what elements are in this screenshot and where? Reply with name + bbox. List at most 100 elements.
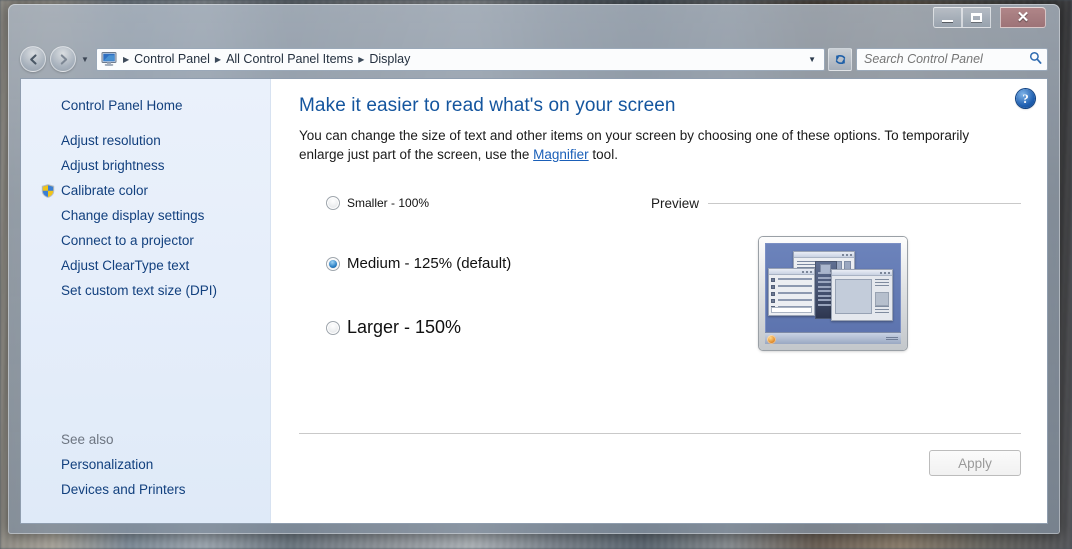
description-text-part-1: You can change the size of text and othe…	[299, 128, 970, 163]
sidebar-item-set-custom-text-size[interactable]: Set custom text size (DPI)	[21, 278, 270, 303]
search-box[interactable]	[856, 47, 1048, 71]
radio-smaller-100[interactable]	[326, 196, 340, 211]
sidebar-item-label: Set custom text size (DPI)	[61, 283, 218, 298]
forward-button[interactable]	[50, 46, 76, 72]
preview-window-titlebar	[832, 270, 892, 277]
preview-section: Preview	[629, 196, 1021, 351]
preview-line	[778, 292, 812, 294]
sidebar-item-control-panel-home[interactable]: Control Panel Home	[21, 93, 270, 118]
refresh-icon	[835, 54, 845, 64]
minimize-icon	[942, 20, 953, 22]
preview-start-orb-icon	[767, 334, 776, 344]
preview-canvas	[835, 279, 872, 315]
option-smaller-100[interactable]: Smaller - 100%	[326, 196, 629, 211]
sidebar-item-label: Change display settings	[61, 208, 205, 223]
preview-sidebar	[875, 279, 889, 319]
option-label: Medium - 125% (default)	[347, 255, 512, 273]
breadcrumb-separator: ▶	[214, 54, 222, 64]
address-bar: ▼ ▶ Control Panel ▶ All Control Panel It…	[20, 44, 1048, 74]
sidebar-item-label: Personalization	[61, 457, 154, 472]
magnifier-link[interactable]: Magnifier	[533, 147, 589, 162]
sidebar-item-adjust-cleartype-text[interactable]: Adjust ClearType text	[21, 253, 270, 278]
text-size-option-group: Smaller - 100% Medium - 125% (default) L…	[299, 196, 629, 350]
preview-window-front	[831, 269, 893, 322]
preview-line	[778, 278, 812, 280]
preview-checkbox	[771, 278, 775, 283]
preview-taskbar	[765, 332, 901, 345]
description-text-part-2: tool.	[588, 147, 618, 163]
see-also-section: See also Personalization Devices and Pri…	[21, 427, 270, 502]
preview-checkbox	[771, 292, 775, 297]
option-label: Larger - 150%	[347, 317, 462, 338]
client-area: Control Panel Home Adjust resolution Adj…	[20, 78, 1048, 524]
breadcrumb[interactable]: ▶ Control Panel ▶ All Control Panel Item…	[96, 47, 825, 71]
page-title: Make it easier to read what's on your sc…	[299, 95, 676, 116]
preview-divider	[708, 203, 1021, 205]
preview-monitor-image	[759, 237, 907, 351]
preview-line	[875, 279, 889, 289]
sidebar-item-personalization[interactable]: Personalization	[21, 452, 270, 477]
breadcrumb-separator: ▶	[123, 54, 130, 64]
sidebar-item-calibrate-color[interactable]: Calibrate color	[21, 178, 270, 203]
control-panel-window: ✕ ▼ ▶ Control Panel ▶ All Control Panel …	[8, 4, 1060, 534]
option-label: Smaller - 100%	[347, 196, 430, 211]
sidebar-item-adjust-brightness[interactable]: Adjust brightness	[21, 153, 270, 178]
option-larger-150[interactable]: Larger - 150%	[326, 317, 629, 338]
see-also-label: See also	[61, 432, 114, 447]
sidebar-item-label: Devices and Printers	[61, 482, 186, 497]
sidebar-item-label: Adjust resolution	[61, 133, 161, 148]
preview-checkbox	[771, 299, 775, 304]
preview-line	[778, 299, 812, 301]
preview-system-tray	[886, 337, 898, 342]
preview-window-footer	[771, 307, 812, 314]
sidebar-item-label: Adjust brightness	[61, 158, 165, 173]
radio-larger-150[interactable]	[326, 320, 340, 335]
option-medium-125[interactable]: Medium - 125% (default)	[326, 255, 629, 272]
title-bar[interactable]: ✕	[8, 4, 1060, 40]
breadcrumb-separator: ▶	[358, 54, 365, 64]
preview-header: Preview	[651, 196, 1021, 211]
preview-checkbox	[771, 285, 775, 290]
preview-line	[778, 285, 812, 287]
forward-arrow-icon	[60, 53, 67, 65]
maximize-button[interactable]	[962, 7, 991, 28]
breadcrumb-item-control-panel[interactable]: Control Panel	[131, 52, 213, 66]
preview-line	[875, 306, 889, 316]
radio-medium-125[interactable]	[326, 256, 340, 271]
preview-label: Preview	[651, 196, 700, 212]
sidebar-item-devices-and-printers[interactable]: Devices and Printers	[21, 477, 270, 502]
preview-window-titlebar	[769, 269, 814, 276]
page-description: You can change the size of text and othe…	[299, 126, 971, 164]
sidebar: Control Panel Home Adjust resolution Adj…	[21, 79, 271, 523]
breadcrumb-item-all-control-panel-items[interactable]: All Control Panel Items	[223, 52, 356, 66]
uac-shield-icon	[41, 183, 55, 198]
sidebar-item-adjust-resolution[interactable]: Adjust resolution	[21, 128, 270, 153]
search-input[interactable]	[862, 51, 1029, 67]
main-content: ? Make it easier to read what's on your …	[271, 79, 1047, 523]
minimize-button[interactable]	[933, 7, 962, 28]
close-icon: ✕	[1016, 9, 1030, 26]
preview-scrollbar	[875, 292, 889, 307]
breadcrumb-item-display[interactable]: Display	[366, 52, 413, 66]
sidebar-item-connect-to-a-projector[interactable]: Connect to a projector	[21, 228, 270, 253]
sidebar-item-label: Calibrate color	[61, 183, 149, 198]
back-arrow-icon	[29, 53, 37, 65]
history-dropdown-button[interactable]: ▼	[78, 55, 92, 64]
options-and-preview: Smaller - 100% Medium - 125% (default) L…	[299, 196, 1021, 351]
close-button[interactable]: ✕	[1000, 7, 1046, 28]
preview-window-body	[832, 276, 892, 322]
display-monitor-icon	[101, 52, 117, 66]
breadcrumb-dropdown-icon[interactable]: ▼	[802, 55, 822, 64]
help-icon[interactable]: ?	[1016, 89, 1035, 108]
apply-button[interactable]: Apply	[929, 450, 1021, 476]
back-button[interactable]	[20, 46, 46, 72]
preview-window-left	[768, 268, 815, 317]
refresh-button[interactable]	[828, 47, 852, 71]
sidebar-item-label: Connect to a projector	[61, 233, 194, 248]
search-icon	[1029, 51, 1042, 67]
footer-divider	[299, 433, 1021, 434]
maximize-icon	[971, 13, 982, 22]
sidebar-item-change-display-settings[interactable]: Change display settings	[21, 203, 270, 228]
sidebar-item-label: Adjust ClearType text	[61, 258, 190, 273]
preview-window-titlebar	[794, 252, 854, 259]
